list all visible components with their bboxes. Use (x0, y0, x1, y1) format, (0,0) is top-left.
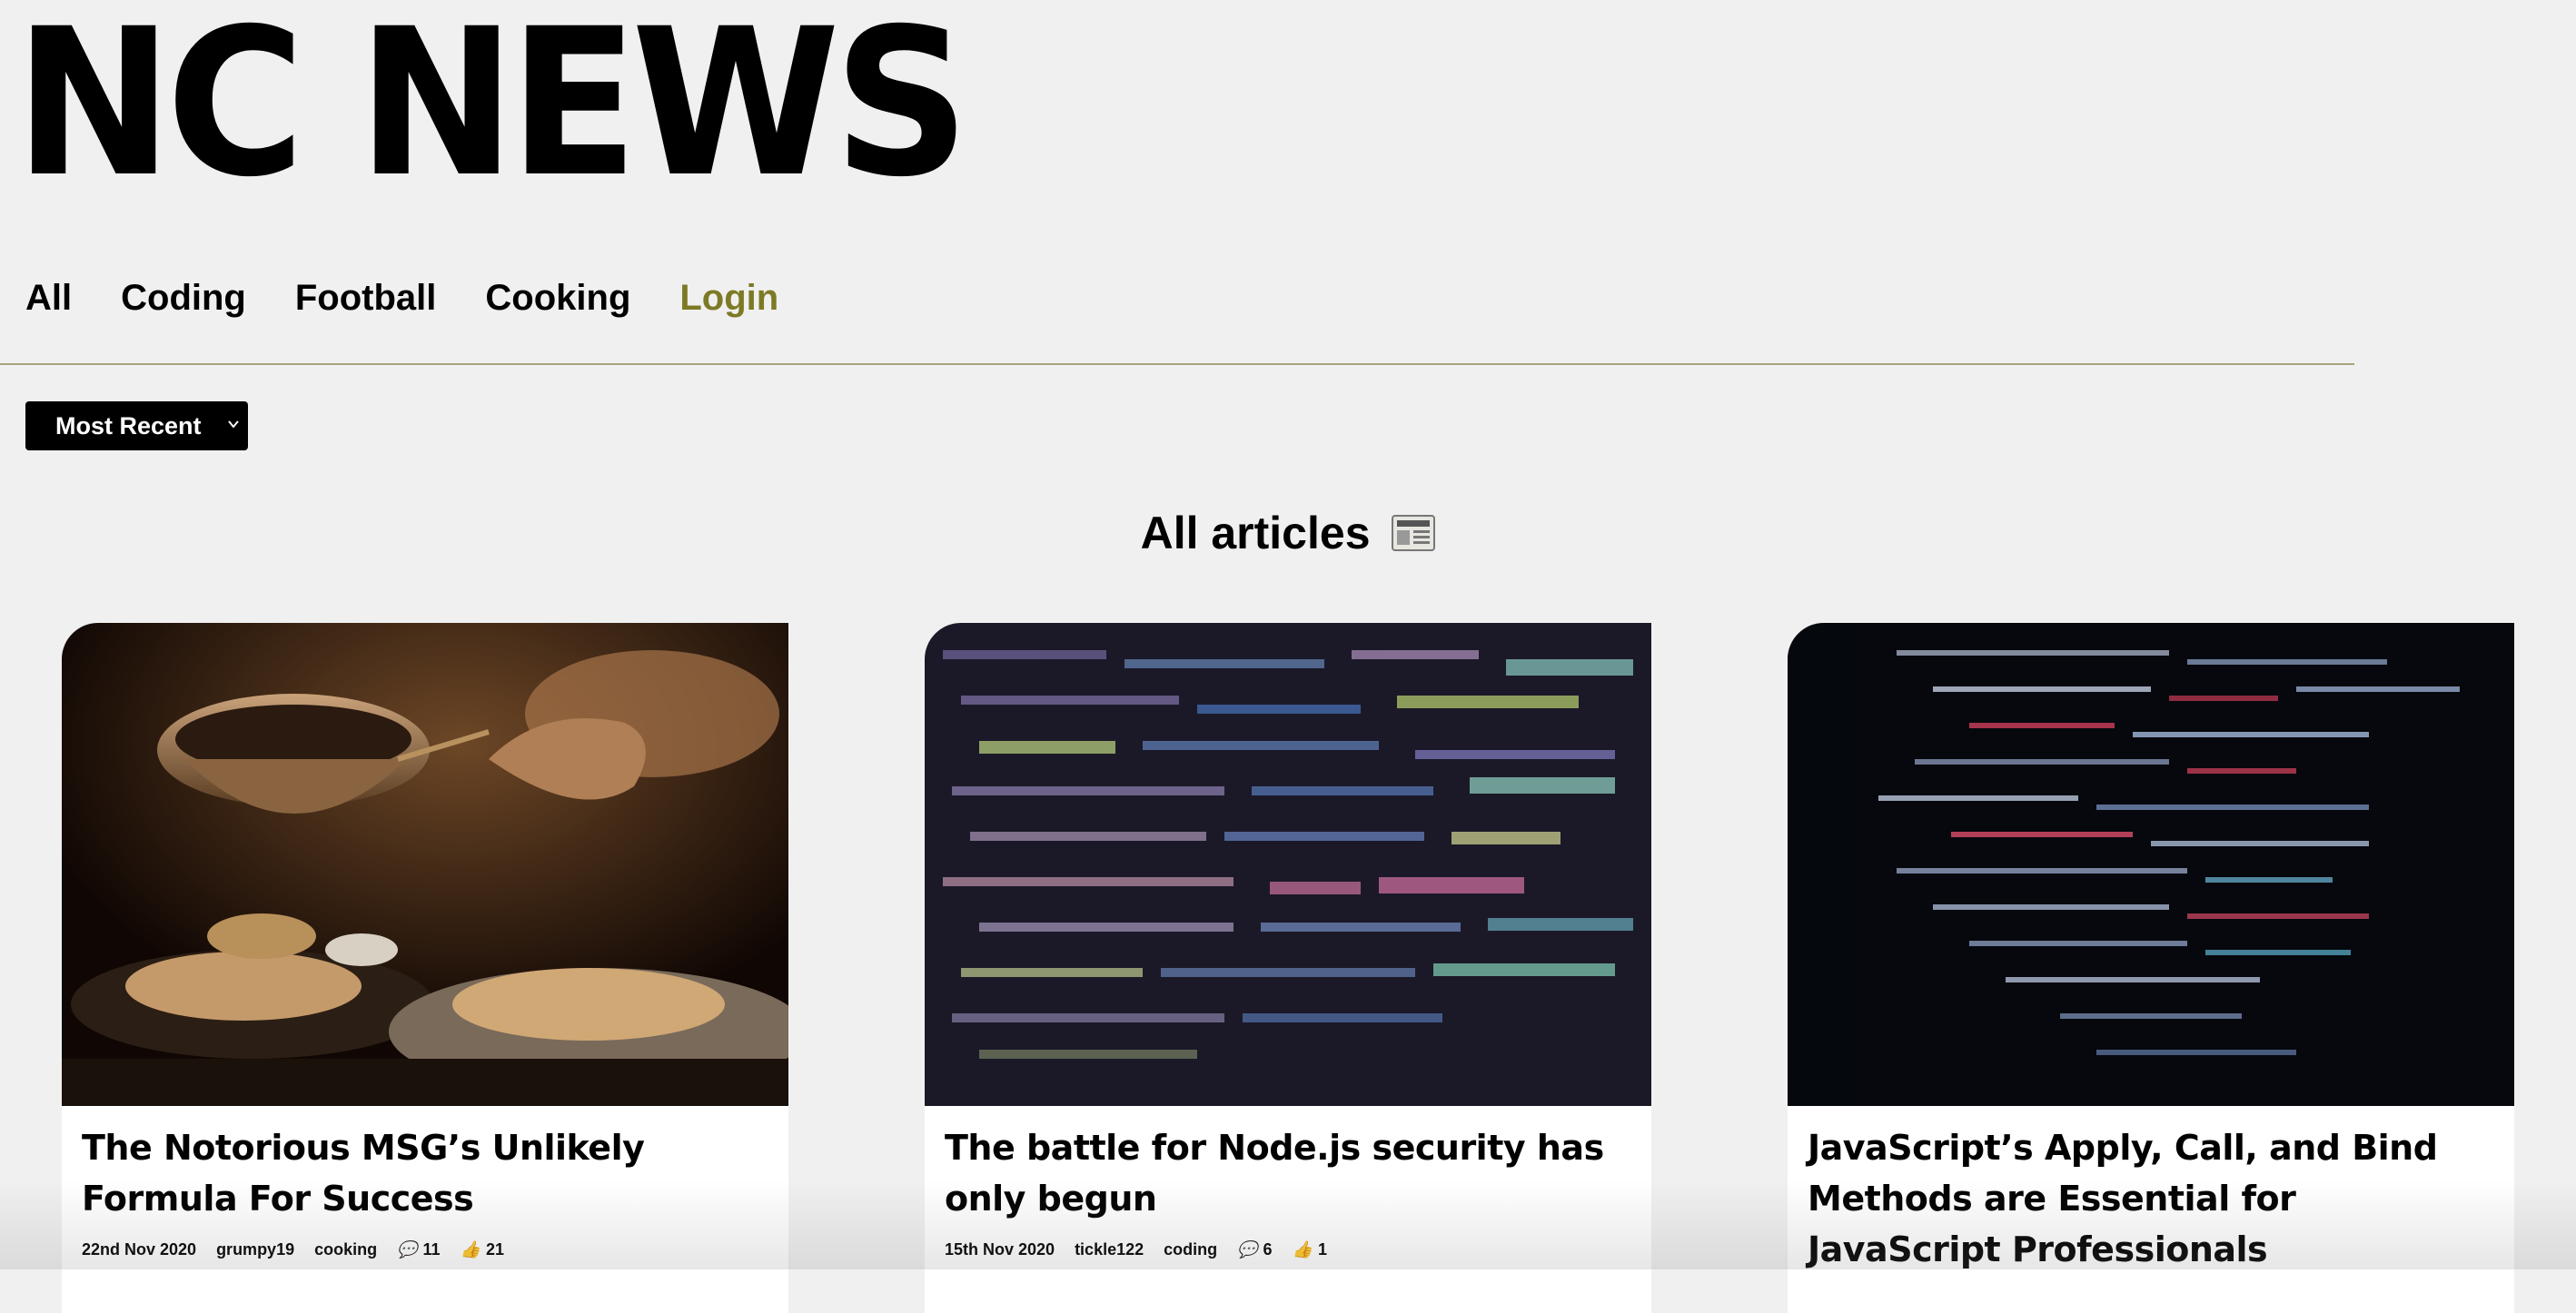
speech-bubble-icon: 💬 (1237, 1240, 1258, 1259)
login-link[interactable]: Login (679, 278, 778, 319)
sort-selected-label: Most Recent (55, 411, 202, 439)
thumbs-up-icon[interactable]: 👍 (1293, 1240, 1313, 1259)
page-title-text: All articles (1140, 508, 1371, 558)
article-title[interactable]: The battle for Node.js security has only… (945, 1122, 1635, 1224)
comment-count: 💬 11 (397, 1240, 441, 1259)
article-thumbnail-code-dark (1788, 623, 2514, 1106)
article-thumbnail-cooking (62, 623, 788, 1106)
article-card[interactable]: The battle for Node.js security has only… (925, 623, 1651, 1313)
article-thumbnail-code (925, 623, 1651, 1106)
nav-link-football[interactable]: Football (295, 278, 437, 319)
thumbs-up-icon[interactable]: 👍 (461, 1240, 481, 1259)
article-title[interactable]: The Notorious MSG’s Unlikely Formula For… (82, 1122, 772, 1224)
article-meta: 22nd Nov 2020 grumpy19 cooking 💬 11 👍 21 (82, 1240, 524, 1259)
article-author[interactable]: grumpy19 (216, 1240, 294, 1259)
nav-link-cooking[interactable]: Cooking (485, 278, 630, 319)
article-author[interactable]: tickle122 (1075, 1240, 1144, 1259)
article-title[interactable]: JavaScript’s Apply, Call, and Bind Metho… (1808, 1122, 2498, 1275)
topic-nav: All Coding Football Cooking Login (25, 278, 827, 319)
nav-link-coding[interactable]: Coding (121, 278, 246, 319)
sort-select[interactable]: Most Recent (25, 401, 248, 450)
nav-link-all[interactable]: All (25, 278, 72, 319)
article-topic[interactable]: coding (1164, 1240, 1217, 1259)
article-meta: 15th Nov 2020 tickle122 coding 💬 6 👍 1 (945, 1240, 1347, 1259)
page-title: All articles (0, 507, 2576, 559)
newspaper-icon (1392, 515, 1436, 551)
vote-count: 👍 1 (1292, 1240, 1327, 1259)
comment-count: 💬 6 (1237, 1240, 1273, 1259)
speech-bubble-icon: 💬 (397, 1240, 418, 1259)
article-date: 22nd Nov 2020 (82, 1240, 197, 1259)
article-card[interactable]: The Notorious MSG’s Unlikely Formula For… (62, 623, 788, 1313)
article-date: 15th Nov 2020 (945, 1240, 1055, 1259)
chevron-down-icon (228, 420, 239, 429)
article-card[interactable]: JavaScript’s Apply, Call, and Bind Metho… (1788, 623, 2514, 1313)
site-logo[interactable]: NC NEWS (15, 2, 970, 205)
nav-divider (0, 363, 2354, 365)
article-topic[interactable]: cooking (314, 1240, 377, 1259)
vote-count: 👍 21 (460, 1240, 505, 1259)
